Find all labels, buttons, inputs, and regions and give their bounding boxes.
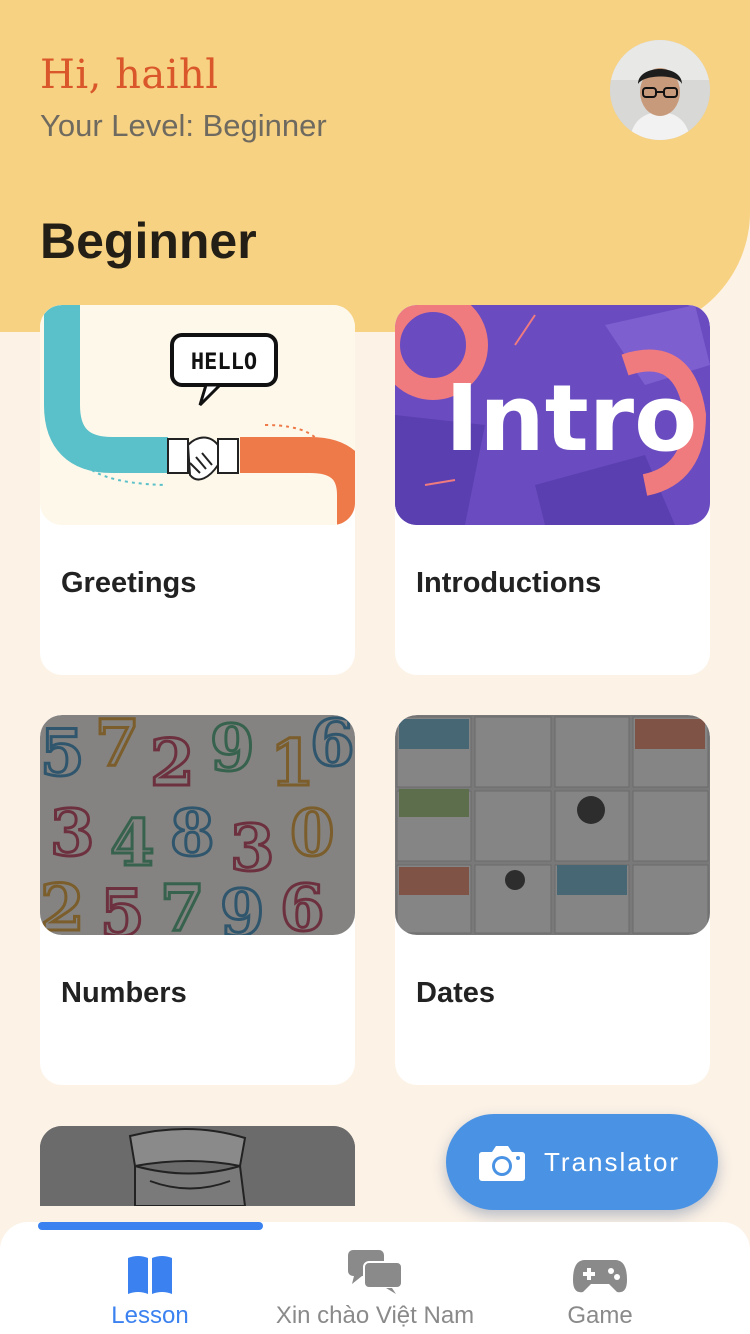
lesson-label: Numbers — [61, 977, 187, 1009]
translator-label: Translator — [544, 1146, 681, 1177]
lock-icon — [656, 737, 688, 779]
tab-lesson[interactable]: Lesson — [25, 1250, 275, 1330]
section-title: Beginner — [40, 213, 257, 269]
book-icon — [25, 1250, 275, 1294]
tab-label: Game — [567, 1302, 633, 1329]
active-tab-indicator — [38, 1222, 263, 1230]
intro-illustration-icon: Intro — [395, 305, 710, 525]
camera-icon — [478, 1142, 526, 1182]
lesson-label: Greetings — [61, 567, 197, 599]
tab-game[interactable]: Game — [475, 1250, 725, 1330]
lesson-card-greetings[interactable]: HELLO Greetings — [40, 305, 355, 675]
chat-bubbles-icon — [250, 1250, 500, 1294]
lesson-label: Introductions — [416, 567, 602, 599]
gamepad-icon — [475, 1250, 725, 1294]
avatar[interactable] — [610, 40, 710, 140]
lesson-card-numbers[interactable]: 5 7 2 9 1 6 3 4 8 3 0 2 5 7 9 6 Numbers — [40, 715, 355, 1085]
tab-label: Lesson — [111, 1302, 189, 1329]
intro-thumb-text: Intro — [445, 365, 697, 472]
level-text: Your Level: Beginner — [40, 108, 327, 143]
lesson-card-introductions[interactable]: Intro Introductions — [395, 305, 710, 675]
lock-icon — [301, 737, 333, 779]
lesson-label: Dates — [416, 977, 495, 1009]
lesson-thumbnail: HELLO — [40, 305, 355, 525]
lesson-thumbnail — [395, 715, 710, 935]
lesson-thumbnail: 5 7 2 9 1 6 3 4 8 3 0 2 5 7 9 6 — [40, 715, 355, 935]
tab-xin-chao-viet-nam[interactable]: Xin chào Việt Nam — [250, 1250, 500, 1330]
hello-bubble-text: HELLO — [191, 350, 257, 375]
handshake-hello-illustration-icon: HELLO — [40, 305, 355, 525]
greeting-text: Hi, haihl — [40, 52, 219, 98]
tab-label: Xin chào Việt Nam — [275, 1302, 475, 1329]
lesson-card-dates[interactable]: Dates — [395, 715, 710, 1085]
translator-button[interactable]: Translator — [446, 1114, 718, 1210]
bottom-tab-bar: Lesson Xin chào Việt Nam Game — [0, 1222, 750, 1334]
lock-icon — [301, 1148, 333, 1190]
lesson-thumbnail: Intro — [395, 305, 710, 525]
avatar-photo-icon — [610, 40, 710, 140]
lesson-card-partial[interactable] — [40, 1126, 355, 1206]
